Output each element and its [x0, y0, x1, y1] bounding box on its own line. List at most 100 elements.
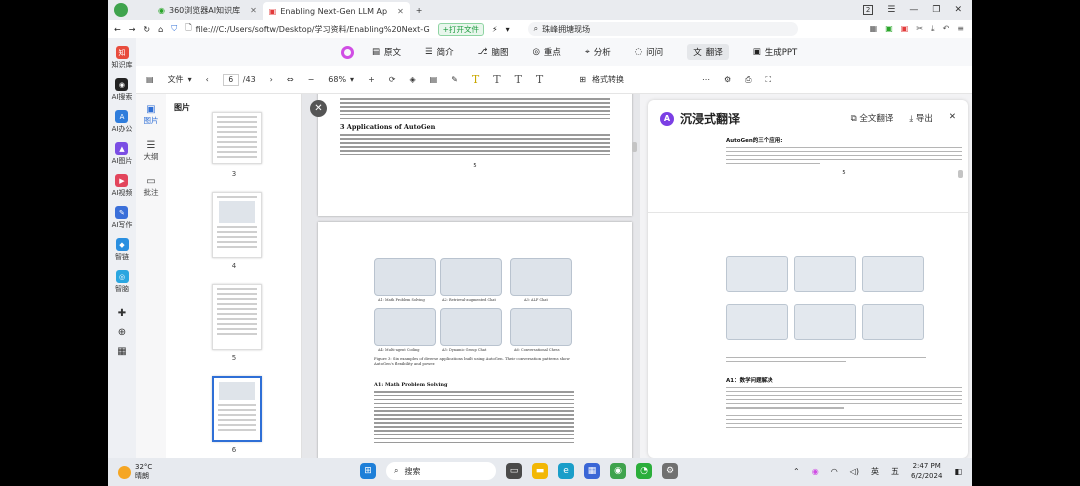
- shield-icon[interactable]: ⛉: [171, 24, 177, 34]
- back-icon[interactable]: ←: [114, 25, 121, 34]
- menu-icon[interactable]: ☰: [887, 5, 895, 15]
- taskview-icon[interactable]: ▭: [506, 463, 522, 479]
- lightning-icon[interactable]: ⚡: [492, 25, 498, 34]
- ai-tool-mindmap[interactable]: ⎇ 脑图: [478, 46, 509, 58]
- weather-widget[interactable]: 32°C 晴朗: [108, 463, 152, 481]
- prev-page-icon[interactable]: ‹: [206, 75, 209, 84]
- scissors-icon[interactable]: ✂: [916, 24, 923, 34]
- close-icon[interactable]: ✕: [397, 7, 404, 16]
- settings-icon[interactable]: ⚙: [662, 463, 678, 479]
- close-icon[interactable]: ✕: [949, 112, 956, 124]
- fullscreen-icon[interactable]: ⛶: [766, 75, 772, 85]
- clock[interactable]: 2:47 PM 6/2/2024: [911, 461, 942, 481]
- edge-icon[interactable]: e: [558, 463, 574, 479]
- undo-icon[interactable]: ↶: [943, 24, 950, 34]
- ai-tool-ppt[interactable]: ▣ 生成PPT: [753, 46, 797, 58]
- app-item[interactable]: ▲ AI图片: [112, 142, 132, 166]
- close-icon[interactable]: ✕: [310, 100, 327, 117]
- pdf-viewer[interactable]: 3 Applications of AutoGen 5 ✕ A1: Math P…: [302, 94, 640, 458]
- convert-icon[interactable]: ⊞: [579, 75, 586, 84]
- restore-icon[interactable]: ❐: [932, 5, 940, 15]
- 360-browser-icon[interactable]: ◉: [610, 463, 626, 479]
- taskbar-search[interactable]: ⌕ 搜索: [386, 462, 496, 480]
- globe-icon[interactable]: ⊕: [118, 327, 126, 338]
- thumbnail[interactable]: [212, 284, 262, 350]
- format-convert-button[interactable]: 格式转换: [592, 74, 624, 85]
- app-item[interactable]: ▶ AI视频: [112, 174, 132, 198]
- explorer-icon[interactable]: ▬: [532, 463, 548, 479]
- menu-icon[interactable]: ≡: [957, 24, 964, 34]
- app-item[interactable]: ◆ 智链: [115, 238, 129, 262]
- scrollbar[interactable]: [632, 142, 637, 152]
- app-item[interactable]: ✎ AI写作: [112, 206, 132, 230]
- full-translate-button[interactable]: ⧉ 全文翻译: [851, 112, 894, 124]
- close-window-icon[interactable]: ✕: [954, 5, 962, 15]
- side-images[interactable]: ▣ 图片: [144, 104, 159, 126]
- url-field[interactable]: 🗋 file:///C:/Users/softw/Desktop/学习资料/En…: [185, 22, 429, 36]
- grid-icon[interactable]: ▦: [117, 346, 126, 357]
- start-icon[interactable]: ⊞: [360, 463, 376, 479]
- browser-logo-icon[interactable]: [114, 3, 128, 17]
- forward-icon[interactable]: →: [129, 25, 136, 34]
- app-item[interactable]: A AI办公: [112, 110, 132, 134]
- download-icon[interactable]: ⤓: [931, 24, 935, 34]
- reload-icon[interactable]: ↻: [143, 25, 150, 34]
- chevron-down-icon[interactable]: ▾: [188, 75, 192, 84]
- ime-indicator[interactable]: 五: [891, 466, 899, 477]
- side-outline[interactable]: ☰ 大纲: [144, 140, 159, 162]
- more-icon[interactable]: ⋯: [702, 75, 710, 84]
- language-indicator[interactable]: 英: [871, 466, 879, 477]
- app-item[interactable]: ◎ 智脑: [115, 270, 129, 294]
- dropdown-icon[interactable]: ▾: [506, 25, 510, 34]
- app-item[interactable]: 知知识库: [112, 46, 133, 70]
- side-annotations[interactable]: ▭ 批注: [144, 176, 159, 198]
- export-button[interactable]: ⤓ 导出: [909, 112, 932, 124]
- grid-icon[interactable]: ▦: [870, 24, 878, 34]
- ai-tool-analysis[interactable]: ⌖ 分析: [585, 46, 611, 58]
- text-underline-icon[interactable]: T: [493, 73, 500, 86]
- ai-tool-original[interactable]: ▤ 原文: [372, 46, 401, 58]
- wifi-icon[interactable]: ◠: [831, 467, 838, 476]
- zoom-in-icon[interactable]: +: [368, 75, 375, 84]
- zoom-out-icon[interactable]: −: [308, 75, 315, 84]
- print-icon[interactable]: ⎙: [745, 75, 751, 85]
- store-icon[interactable]: ▦: [584, 463, 600, 479]
- volume-icon[interactable]: ◁): [850, 467, 859, 476]
- scrollbar[interactable]: [958, 170, 963, 178]
- home-icon[interactable]: ⌂: [158, 25, 163, 34]
- text-box-icon[interactable]: T: [536, 73, 543, 86]
- chevron-down-icon[interactable]: ▾: [350, 75, 354, 84]
- thumbnail[interactable]: [212, 112, 262, 164]
- tab-count-badge[interactable]: 2: [862, 5, 874, 15]
- minimize-icon[interactable]: —: [909, 5, 918, 15]
- app-item[interactable]: ◉ AI搜索: [112, 78, 132, 102]
- close-icon[interactable]: ✕: [250, 6, 257, 15]
- page-input[interactable]: 6: [222, 73, 239, 86]
- text-strike-icon[interactable]: T: [515, 73, 522, 86]
- new-tab-button[interactable]: +: [410, 1, 429, 19]
- text-highlight-icon[interactable]: T: [472, 73, 479, 86]
- settings-icon[interactable]: ⚙: [724, 75, 731, 84]
- thumbnail[interactable]: [212, 192, 262, 258]
- sidebar-toggle-icon[interactable]: ▤: [146, 75, 154, 84]
- ext-icon[interactable]: ▣: [901, 24, 909, 34]
- zoom-select[interactable]: 68%: [328, 75, 346, 84]
- app-tray-icon[interactable]: ◉: [812, 467, 819, 476]
- rotate-icon[interactable]: ⟳: [389, 75, 396, 84]
- tab-2[interactable]: ▣ Enabling Next-Gen LLM Ap ✕: [262, 2, 410, 20]
- wechat-icon[interactable]: ◔: [636, 463, 652, 479]
- ai-tool-translate[interactable]: 文翻译: [687, 44, 729, 60]
- ai-logo-icon[interactable]: [341, 45, 354, 59]
- ai-tool-ask[interactable]: ◌ 问问: [635, 46, 663, 58]
- next-page-icon[interactable]: ›: [270, 75, 273, 84]
- ext-icon[interactable]: ▣: [885, 24, 893, 34]
- ai-tool-summary[interactable]: ☰ 简介: [425, 46, 454, 58]
- fit-width-icon[interactable]: ⇔: [287, 75, 294, 84]
- chevron-up-icon[interactable]: ⌃: [793, 467, 800, 476]
- tab-1[interactable]: ◉ 360浏览器AI知识库 ✕: [152, 1, 263, 19]
- puzzle-icon[interactable]: ✚: [118, 308, 126, 319]
- thumbnail-selected[interactable]: [212, 376, 262, 442]
- file-menu[interactable]: 文件: [168, 74, 184, 85]
- fill-icon[interactable]: ◈: [409, 75, 415, 84]
- search-input[interactable]: ⌕ 珠峰拥塘现场: [527, 22, 798, 36]
